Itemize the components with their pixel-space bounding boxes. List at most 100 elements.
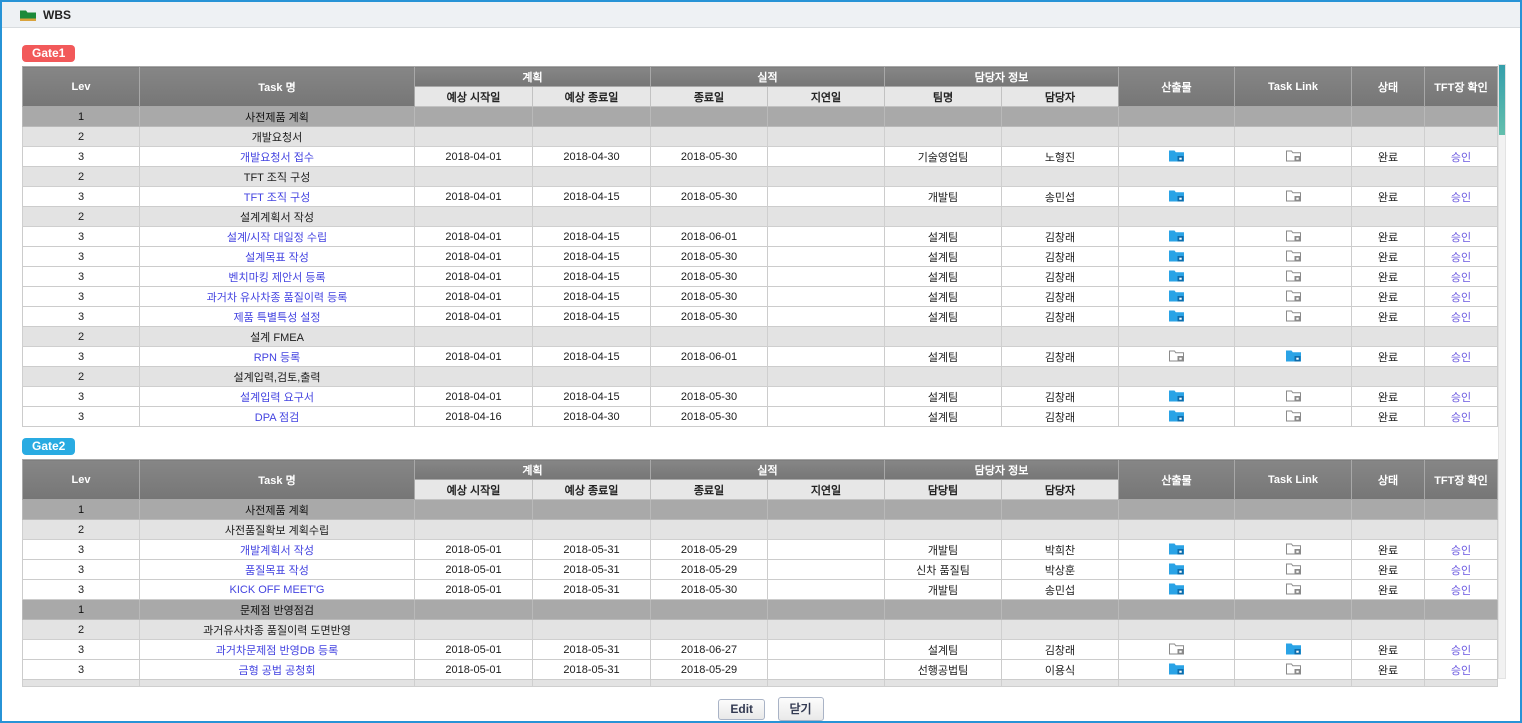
task-name-cell: 품질목표 작성 xyxy=(140,560,415,580)
approve-link[interactable]: 승인 xyxy=(1451,412,1471,424)
team-cell xyxy=(885,520,1002,540)
close-button[interactable]: 닫기 xyxy=(778,697,824,721)
tft-confirm-cell xyxy=(1425,620,1498,640)
plan-end-cell xyxy=(533,327,651,347)
folder-blue-icon[interactable] xyxy=(1169,289,1184,302)
empty-cell xyxy=(415,680,533,687)
scrollbar-thumb[interactable] xyxy=(1499,65,1505,135)
col-plan-end: 예상 종료일 xyxy=(533,87,651,107)
folder-blue-icon[interactable] xyxy=(1169,229,1184,242)
folder-gray-icon[interactable] xyxy=(1286,662,1301,675)
approve-link[interactable]: 승인 xyxy=(1451,565,1471,577)
task-name-link[interactable]: 설계목표 작성 xyxy=(245,252,309,264)
approve-link[interactable]: 승인 xyxy=(1451,292,1471,304)
folder-gray-icon[interactable] xyxy=(1286,309,1301,322)
approve-link[interactable]: 승인 xyxy=(1451,272,1471,284)
table-row-lev3: 3설계입력 요구서2018-04-012018-04-152018-05-30설… xyxy=(23,387,1498,407)
task-name-link[interactable]: 제품 특별특성 설정 xyxy=(233,312,320,324)
approve-link[interactable]: 승인 xyxy=(1451,545,1471,557)
folder-blue-icon[interactable] xyxy=(1169,149,1184,162)
folder-blue-icon[interactable] xyxy=(1286,349,1301,362)
task-link-cell xyxy=(1235,640,1352,660)
lev-cell: 2 xyxy=(23,167,140,187)
folder-gray-icon[interactable] xyxy=(1286,249,1301,262)
approve-link[interactable]: 승인 xyxy=(1451,645,1471,657)
task-name-cell: 과거차 유사차종 품질이력 등록 xyxy=(140,287,415,307)
task-name-link[interactable]: TFT 조직 구성 xyxy=(244,192,311,204)
edit-button[interactable]: Edit xyxy=(718,699,765,720)
approve-link[interactable]: 승인 xyxy=(1451,192,1471,204)
folder-gray-icon[interactable] xyxy=(1169,642,1184,655)
task-name-link[interactable]: 벤치마킹 제안서 등록 xyxy=(228,272,325,284)
col-deliverable: 산출물 xyxy=(1119,67,1235,107)
deliverable-cell xyxy=(1119,407,1235,427)
task-name-link[interactable]: DPA 점검 xyxy=(255,412,300,424)
plan-start-cell: 2018-05-01 xyxy=(415,580,533,600)
task-name-link[interactable]: 금형 공법 공청회 xyxy=(239,665,316,677)
folder-gray-icon[interactable] xyxy=(1286,229,1301,242)
folder-gray-icon[interactable] xyxy=(1286,389,1301,402)
folder-gray-icon[interactable] xyxy=(1286,582,1301,595)
folder-blue-icon[interactable] xyxy=(1169,269,1184,282)
approve-link[interactable]: 승인 xyxy=(1451,232,1471,244)
task-name-link[interactable]: KICK OFF MEET'G xyxy=(230,584,325,596)
folder-blue-icon[interactable] xyxy=(1286,642,1301,655)
status-cell: 완료 xyxy=(1352,307,1425,327)
task-name-link[interactable]: 개발계획서 작성 xyxy=(240,545,314,557)
status-cell: 완료 xyxy=(1352,560,1425,580)
lev-cell: 3 xyxy=(23,640,140,660)
folder-blue-icon[interactable] xyxy=(1169,542,1184,555)
task-name-cell: KICK OFF MEET'G xyxy=(140,580,415,600)
folder-blue-icon[interactable] xyxy=(1169,189,1184,202)
folder-blue-icon[interactable] xyxy=(1169,389,1184,402)
folder-gray-icon[interactable] xyxy=(1169,349,1184,362)
status-cell: 완료 xyxy=(1352,660,1425,680)
gate1-section: Gate1 Lev Task 명 계획 실적 담당자 정보 산출물 Task xyxy=(22,44,1520,427)
folder-gray-icon[interactable] xyxy=(1286,562,1301,575)
owner-cell xyxy=(1002,327,1119,347)
folder-gray-icon[interactable] xyxy=(1286,189,1301,202)
lev-cell: 3 xyxy=(23,187,140,207)
folder-gray-icon[interactable] xyxy=(1286,542,1301,555)
approve-link[interactable]: 승인 xyxy=(1451,312,1471,324)
task-name-link[interactable]: 설계/시작 대일정 수립 xyxy=(227,232,327,244)
folder-blue-icon[interactable] xyxy=(1169,662,1184,675)
plan-start-cell: 2018-04-01 xyxy=(415,147,533,167)
folder-blue-icon[interactable] xyxy=(1169,582,1184,595)
task-name-link[interactable]: 과거차 유사차종 품질이력 등록 xyxy=(207,292,348,304)
approve-link[interactable]: 승인 xyxy=(1451,392,1471,404)
vertical-scrollbar[interactable] xyxy=(1498,64,1506,679)
task-name-link[interactable]: 설계입력 요구서 xyxy=(240,392,314,404)
task-link-cell xyxy=(1235,540,1352,560)
col-tft-confirm: TFT장 확인 xyxy=(1425,67,1498,107)
delay-cell xyxy=(768,147,885,167)
task-name-link[interactable]: RPN 등록 xyxy=(254,352,301,364)
folder-blue-icon[interactable] xyxy=(1169,409,1184,422)
approve-link[interactable]: 승인 xyxy=(1451,665,1471,677)
status-cell xyxy=(1352,207,1425,227)
task-name-cell: 벤치마킹 제안서 등록 xyxy=(140,267,415,287)
tft-confirm-cell: 승인 xyxy=(1425,247,1498,267)
approve-link[interactable]: 승인 xyxy=(1451,585,1471,597)
task-name-link[interactable]: 과거차문제점 반영DB 등록 xyxy=(216,645,339,657)
owner-cell: 송민섭 xyxy=(1002,580,1119,600)
task-name-link[interactable]: 개발요청서 접수 xyxy=(240,152,314,164)
folder-gray-icon[interactable] xyxy=(1286,409,1301,422)
owner-cell: 박희찬 xyxy=(1002,540,1119,560)
empty-cell xyxy=(651,680,768,687)
folder-blue-icon[interactable] xyxy=(1169,309,1184,322)
folder-gray-icon[interactable] xyxy=(1286,289,1301,302)
folder-blue-icon[interactable] xyxy=(1169,249,1184,262)
task-name-link[interactable]: 품질목표 작성 xyxy=(245,565,309,577)
plan-end-cell xyxy=(533,107,651,127)
owner-cell xyxy=(1002,600,1119,620)
approve-link[interactable]: 승인 xyxy=(1451,352,1471,364)
owner-cell: 김창래 xyxy=(1002,247,1119,267)
task-link-cell xyxy=(1235,247,1352,267)
folder-blue-icon[interactable] xyxy=(1169,562,1184,575)
folder-gray-icon[interactable] xyxy=(1286,149,1301,162)
folder-gray-icon[interactable] xyxy=(1286,269,1301,282)
approve-link[interactable]: 승인 xyxy=(1451,252,1471,264)
approve-link[interactable]: 승인 xyxy=(1451,152,1471,164)
plan-start-cell: 2018-05-01 xyxy=(415,560,533,580)
